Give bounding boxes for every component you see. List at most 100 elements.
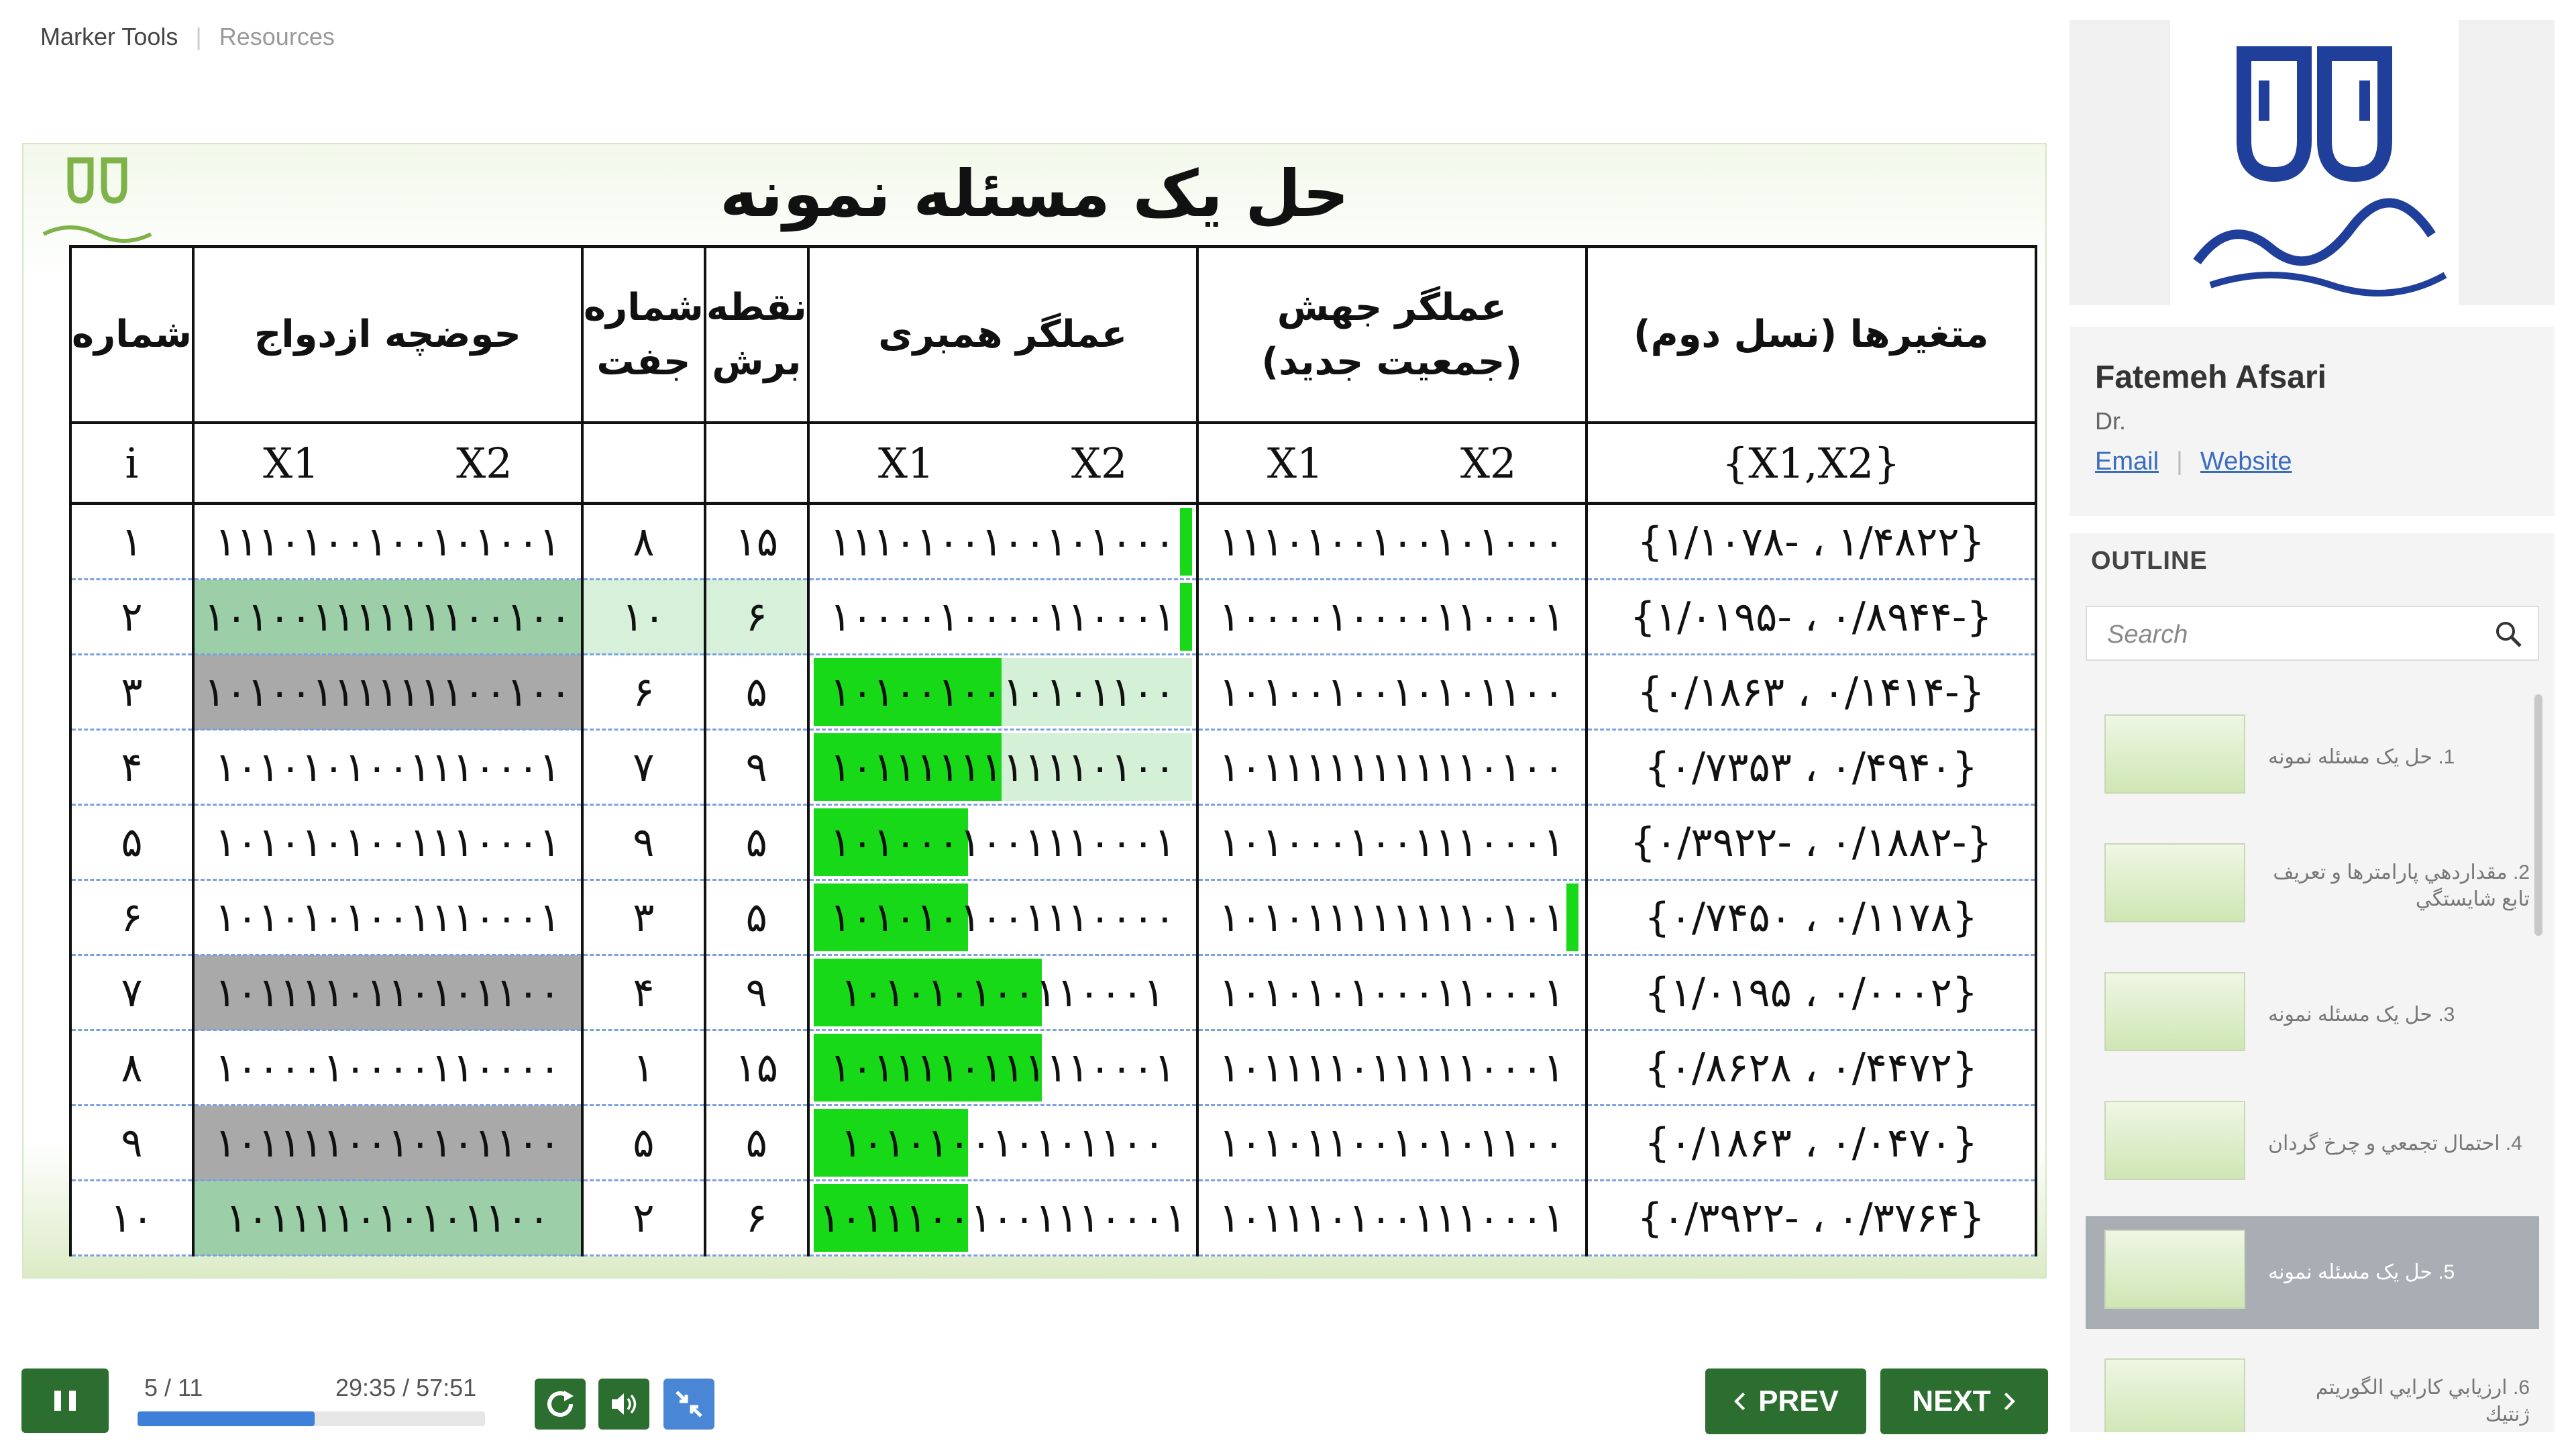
mutation-chromosome: ۱۰۱۰۰۰۱۰۰۱۱۱۰۰۰۱: [1195, 804, 1588, 881]
table-row: ۷ ۱۰۱۱۱۱۰۱۱۰۱۰۱۱۰۰ ۴ ۹ ۱۰۱۰۱۰۱۰۰۱۱۰۰۰۱ ۱۰۱۰۱۰…: [69, 955, 2037, 1031]
search-placeholder: Search: [2107, 621, 2188, 649]
pair-number: ۶: [580, 654, 706, 731]
outline-item[interactable]: 4. احتمال تجمعي و چرخ گردان: [2086, 1087, 2539, 1200]
parent-chromosome: ۱۰۱۰۱۰۱۰۰۱۱۱۰۰۰۱: [191, 879, 584, 956]
mutation-text: ۱۰۱۰۱۰۱۰۰۰۱۱۰۰۰۱: [1218, 969, 1565, 1016]
crossover-text: ۱۰۱۰۰۰۱۰۰۱۱۱۰۰۰۱: [829, 818, 1176, 866]
outline-list: 1. حل یک مسئله نمونه 2. مقداردهي پارامتره…: [2086, 701, 2539, 1432]
university-logo: [2170, 20, 2459, 305]
mutation-text: ۱۰۱۰۰۱۰۰۱۰۱۰۱۱۰۰: [1218, 668, 1565, 716]
row-index: ۱۰: [69, 1180, 195, 1256]
outline-item[interactable]: 1. حل یک مسئله نمونه: [2086, 701, 2539, 814]
table-row: ۳ ۱۰۱۰۰۱۱۱۱۱۱۱۰۰۱۰۰ ۶ ۵ ۱۰۱۰۰۱۰۰۱۰۱۰۱۱۰۰ ۱۰۱۰…: [69, 654, 2037, 731]
cut-point: ۱۵: [703, 503, 810, 580]
variable-values: {۰/۴۹۴۰ ، ۰/۷۳۵۳}: [1585, 729, 2037, 806]
outline-item[interactable]: 3. حل یک مسئله نمونه: [2086, 959, 2539, 1071]
volume-button[interactable]: [598, 1379, 649, 1430]
outline-item-label: 3. حل یک مسئله نمونه: [2268, 1003, 2455, 1026]
crossover-chromosome: ۱۰۱۱۱۱۰۱۱۱۱۱۰۰۰۱: [806, 1030, 1199, 1106]
x2-label: X2: [456, 438, 513, 488]
cut-point: ۶: [703, 1180, 810, 1256]
prev-label: PREV: [1758, 1385, 1839, 1417]
outline-heading: OUTLINE: [2091, 547, 2208, 575]
subheader-empty: [703, 423, 810, 505]
subheader-parents: X1 X2: [191, 423, 584, 505]
marker-tools-link[interactable]: Marker Tools: [40, 23, 178, 51]
row-index: ۱: [69, 503, 195, 580]
parent-chromosome: ۱۰۱۱۱۱۰۱۰۱۰۱۱۰۰: [191, 1180, 584, 1256]
outline-item-label: 1. حل یک مسئله نمونه: [2268, 745, 2455, 768]
mutation-text: ۱۰۱۰۱۱۰۰۱۰۱۰۱۱۰۰: [1218, 1119, 1565, 1167]
pair-number: ۹: [580, 804, 706, 881]
cut-point: ۵: [703, 879, 810, 956]
header-vars: متغیرها (نسل دوم): [1585, 245, 2037, 424]
mutation-chromosome: ۱۰۱۱۱۰۱۰۰۱۱۱۰۰۰۱: [1195, 1180, 1588, 1256]
collapse-icon: [676, 1391, 702, 1417]
pair-number: ۸: [580, 503, 706, 580]
parent-chromosome: ۱۰۱۱۱۱۰۱۱۰۱۰۱۱۰۰: [191, 955, 584, 1031]
time-display: 29:35 / 57:51: [335, 1374, 477, 1401]
progress-bar[interactable]: [138, 1411, 485, 1426]
variable-values: {۰/۰۴۷۰ ، ۰/۱۸۶۳}: [1585, 1105, 2037, 1181]
mutation-text: ۱۰۱۰۱۱۱۱۱۱۱۱۰۱۰۱: [1218, 894, 1565, 941]
variable-values: {۰/۰۰۰۲ ، ۱/۰۱۹۵}: [1585, 955, 2037, 1031]
cut-point: ۶: [703, 579, 810, 655]
crossover-text: ۱۰۱۰۱۰۰۱۰۱۰۱۱۰۰: [841, 1119, 1165, 1167]
pause-button[interactable]: [21, 1368, 109, 1433]
presenter-title: Dr.: [2095, 407, 2127, 435]
cut-point: ۵: [703, 1105, 810, 1181]
outline-panel: OUTLINE Search 1. حل یک مسئله نمونه 2. مق…: [2070, 533, 2555, 1432]
mutation-text: ۱۰۱۱۱۰۱۰۰۱۱۱۰۰۰۱: [1218, 1194, 1565, 1242]
slide-thumbnail: [2104, 1101, 2245, 1180]
cut-point: ۹: [703, 955, 810, 1031]
crossover-chromosome: ۱۰۰۰۰۱۰۰۰۰۱۱۰۰۰۱: [806, 579, 1199, 655]
prev-button[interactable]: PREV: [1705, 1368, 1866, 1434]
x1-label: X1: [1267, 438, 1324, 488]
crossover-text: ۱۰۱۰۰۱۰۰۱۰۱۰۱۱۰۰: [829, 668, 1176, 716]
row-index: ۲: [69, 579, 195, 655]
header-crossover: عملگر همبری: [806, 245, 1199, 424]
next-button[interactable]: NEXT: [1880, 1368, 2048, 1434]
pair-number: ۲: [580, 1180, 706, 1256]
row-index: ۸: [69, 1030, 195, 1106]
header-pair: شماره جفت: [580, 245, 706, 424]
slide-thumbnail: [2104, 843, 2245, 922]
collapse-button[interactable]: [663, 1379, 714, 1430]
outline-item[interactable]: 2. مقداردهي پارامترها و تعريف تابع شايست…: [2086, 830, 2539, 943]
slide-thumbnail: [2104, 1358, 2245, 1432]
x2-label: X2: [1071, 438, 1128, 488]
parent-chromosome: ۱۰۱۰۱۰۱۰۰۱۱۱۰۰۰۱: [191, 804, 584, 881]
table-row: ۱ ۱۱۱۰۱۰۰۱۰۰۱۰۱۰۰۱ ۸ ۱۵ ۱۱۱۰۱۰۰۱۰۰۱۰۱۰۰۰ ۱۱۱۰…: [69, 503, 2037, 580]
table-body: ۱ ۱۱۱۰۱۰۰۱۰۰۱۰۱۰۰۱ ۸ ۱۵ ۱۱۱۰۱۰۰۱۰۰۱۰۱۰۰۰ ۱۱۱۰…: [69, 503, 2037, 1256]
outline-item-label: 6. ارزيابي كارايي الگوريتم ژنتيك: [2315, 1376, 2530, 1426]
header-index: شماره: [69, 245, 195, 424]
subheader-mutation: X1 X2: [1195, 423, 1588, 505]
parent-chromosome: ۱۰۰۰۰۱۰۰۰۰۱۱۰۰۰۰: [191, 1030, 584, 1106]
website-link[interactable]: Website: [2200, 447, 2292, 476]
search-icon[interactable]: [2493, 619, 2523, 649]
mutation-chromosome: ۱۰۱۰۱۱۱۱۱۱۱۱۰۱۰۱: [1195, 879, 1588, 956]
email-link[interactable]: Email: [2095, 447, 2159, 476]
crossover-chromosome: ۱۰۱۰۱۰۱۰۰۱۱۰۰۰۱: [806, 955, 1199, 1031]
outline-item[interactable]: 6. ارزيابي كارايي الگوريتم ژنتيك: [2086, 1345, 2539, 1432]
crossover-text: ۱۱۱۰۱۰۰۱۰۰۱۰۱۰۰۰: [829, 518, 1176, 566]
subheader-crossover: X1 X2: [806, 423, 1199, 505]
crossover-text: ۱۰۱۱۱۱۰۱۱۱۱۱۰۰۰۱: [829, 1044, 1176, 1091]
outline-scrollbar[interactable]: [2534, 694, 2542, 936]
crossover-chromosome: ۱۰۱۱۱۱۱۱۱۱۱۱۰۱۰۰: [806, 729, 1199, 806]
outline-item-label: 2. مقداردهي پارامترها و تعريف تابع شايست…: [2273, 861, 2530, 911]
table-subheader-row: i X1 X2 X1 X2 X1 X2 {X1,X2}: [69, 423, 2037, 505]
cut-point: ۱۵: [703, 1030, 810, 1106]
outline-item[interactable]: 5. حل یک مسئله نمونه: [2086, 1216, 2539, 1329]
mutation-chromosome: ۱۰۰۰۰۱۰۰۰۰۱۱۰۰۰۱: [1195, 579, 1588, 655]
mutation-text: ۱۰۱۰۰۰۱۰۰۱۱۱۰۰۰۱: [1218, 818, 1565, 866]
outline-search-input[interactable]: Search: [2086, 606, 2539, 661]
row-index: ۶: [69, 879, 195, 956]
replay-button[interactable]: [535, 1379, 586, 1430]
crossover-chromosome: ۱۰۱۰۱۰۱۰۰۱۱۱۰۰۰۰: [806, 879, 1199, 956]
resources-link[interactable]: Resources: [219, 23, 335, 51]
presenter-name: Fatemeh Afsari: [2095, 360, 2326, 395]
crossover-text: ۱۰۰۰۰۱۰۰۰۰۱۱۰۰۰۱: [829, 593, 1176, 641]
chevron-left-icon: [1734, 1392, 1746, 1411]
variable-values: {-۰/۸۹۴۴ ، -۱/۰۱۹۵}: [1585, 579, 2037, 655]
